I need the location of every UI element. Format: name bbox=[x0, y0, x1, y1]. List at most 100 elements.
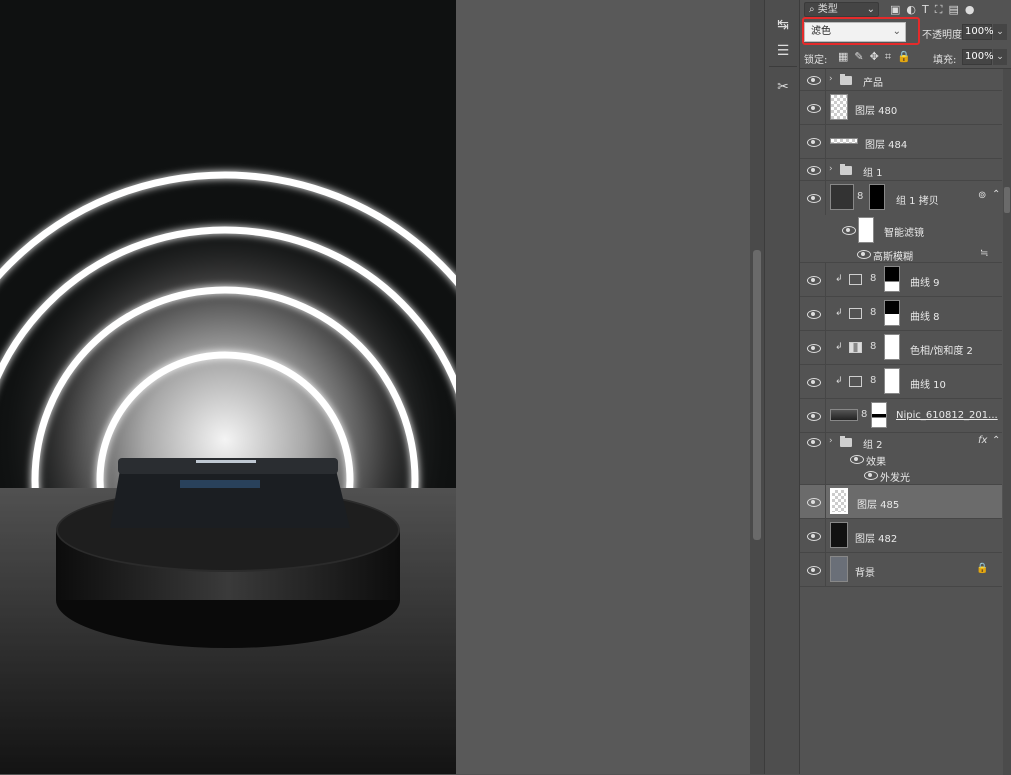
layer-row-curves-10[interactable]: ↲ 8 曲线 10 bbox=[800, 365, 1002, 399]
visibility-eye-icon[interactable] bbox=[807, 411, 821, 421]
history-icon[interactable]: ↹ bbox=[772, 14, 794, 36]
layer-list-scrollbar-thumb[interactable] bbox=[1004, 187, 1010, 213]
layer-filter-select[interactable]: ⌕ 类型 ⌄ bbox=[804, 2, 879, 17]
visibility-eye-icon[interactable] bbox=[807, 165, 821, 175]
layer-row-group-2[interactable]: › 组 2 fx ⌃ bbox=[800, 433, 1002, 485]
layer-row-484[interactable]: 图层 484 bbox=[800, 125, 1002, 159]
canvas-scrollbar[interactable] bbox=[750, 0, 764, 774]
layer-row-hue-saturation-2[interactable]: ↲ 8 色相/饱和度 2 bbox=[800, 331, 1002, 365]
layers-panel: ⌕ 类型 ⌄ ▣ ◐ T ⛶ ▤ ● 滤色 ⌄ 不透明度: 100% ⌄ 锁定:… bbox=[800, 0, 1011, 775]
layer-name: 色相/饱和度 2 bbox=[910, 346, 973, 357]
layer-name: 高斯模糊 bbox=[873, 252, 913, 263]
visibility-eye-icon[interactable] bbox=[807, 437, 821, 447]
visibility-eye-icon[interactable] bbox=[807, 497, 821, 507]
visibility-eye-icon[interactable] bbox=[807, 531, 821, 541]
visibility-eye-icon[interactable] bbox=[842, 225, 856, 235]
lock-paint-icon[interactable]: ✎ bbox=[854, 50, 863, 64]
layer-mask-thumbnail bbox=[869, 184, 885, 210]
layer-row-482[interactable]: 图层 482 bbox=[800, 519, 1002, 553]
layer-thumbnail bbox=[830, 94, 848, 120]
adjustments-sliders-icon[interactable]: ☰ bbox=[772, 40, 794, 62]
collapse-effects-icon[interactable]: ⌃ bbox=[992, 435, 1000, 446]
filter-smart-object-icon[interactable]: ▤ bbox=[948, 3, 958, 17]
layer-name: 组 1 bbox=[863, 168, 883, 179]
visibility-eye-icon[interactable] bbox=[807, 137, 821, 147]
projector-render bbox=[0, 0, 456, 774]
filter-mask-thumbnail bbox=[858, 217, 874, 243]
link-chain-icon[interactable]: 8 bbox=[870, 273, 876, 284]
lock-icons: ▦ ✎ ✥ ⌗ 🔒 bbox=[838, 50, 911, 64]
layer-row-group-1[interactable]: › 组 1 bbox=[800, 159, 1002, 181]
curves-adjustment-icon bbox=[849, 274, 862, 285]
visibility-eye-icon[interactable] bbox=[807, 103, 821, 113]
filter-toggle-icon[interactable]: ● bbox=[965, 3, 975, 17]
layer-row-outer-glow[interactable]: 外发光 bbox=[800, 467, 1002, 485]
opacity-chevron-icon[interactable]: ⌄ bbox=[993, 24, 1007, 40]
layer-name: 图层 482 bbox=[855, 534, 898, 545]
visibility-eye-icon[interactable] bbox=[857, 249, 871, 259]
filter-pixel-icon[interactable]: ▣ bbox=[890, 3, 900, 17]
hue-saturation-adjustment-icon bbox=[849, 342, 862, 353]
link-chain-icon[interactable]: 8 bbox=[870, 307, 876, 318]
link-chain-icon[interactable]: 8 bbox=[870, 341, 876, 352]
visibility-eye-icon[interactable] bbox=[850, 454, 864, 464]
lock-move-icon[interactable]: ✥ bbox=[870, 50, 879, 64]
layer-row-background[interactable]: 背景 🔒 bbox=[800, 553, 1002, 587]
opacity-input[interactable]: 100% bbox=[962, 24, 994, 40]
visibility-eye-icon[interactable] bbox=[807, 309, 821, 319]
layer-row-group-1-copy[interactable]: 8 组 1 拷贝 ⊚ ⌃ bbox=[800, 181, 1002, 215]
layer-row-480[interactable]: 图层 480 bbox=[800, 91, 1002, 125]
lock-transparency-icon[interactable]: ▦ bbox=[838, 50, 848, 64]
link-chain-icon[interactable]: 8 bbox=[857, 191, 863, 202]
chevron-right-icon[interactable]: › bbox=[829, 164, 833, 174]
layer-row-485[interactable]: 图层 485 bbox=[800, 485, 1002, 519]
canvas-scrollbar-thumb[interactable] bbox=[753, 250, 761, 540]
folder-icon bbox=[840, 74, 852, 85]
layer-mask-thumbnail bbox=[884, 266, 900, 292]
layer-row-curves-9[interactable]: ↲ 8 曲线 9 bbox=[800, 263, 1002, 297]
chevron-right-icon[interactable]: › bbox=[829, 436, 833, 446]
visibility-eye-icon[interactable] bbox=[807, 75, 821, 85]
fill-input[interactable]: 100% bbox=[962, 49, 994, 65]
document-canvas[interactable] bbox=[0, 0, 750, 774]
visibility-eye-icon[interactable] bbox=[807, 343, 821, 353]
lock-all-icon[interactable]: 🔒 bbox=[897, 50, 911, 64]
lock-icon: 🔒 bbox=[976, 563, 989, 574]
lock-artboard-icon[interactable]: ⌗ bbox=[885, 50, 891, 64]
fill-chevron-icon[interactable]: ⌄ bbox=[993, 49, 1007, 65]
filter-shape-icon[interactable]: ⛶ bbox=[935, 3, 943, 17]
visibility-eye-icon[interactable] bbox=[807, 565, 821, 575]
layer-name: 曲线 8 bbox=[910, 312, 940, 323]
layer-name: 图层 484 bbox=[865, 140, 908, 151]
visibility-eye-icon[interactable] bbox=[864, 470, 878, 480]
link-chain-icon[interactable]: 8 bbox=[861, 409, 867, 420]
layer-thumbnail bbox=[830, 409, 858, 421]
layer-list-scrollbar[interactable] bbox=[1003, 69, 1011, 775]
layer-mask-thumbnail bbox=[884, 368, 900, 394]
filter-options-icon[interactable]: ≒ bbox=[980, 248, 988, 259]
visibility-eye-icon[interactable] bbox=[807, 377, 821, 387]
visibility-eye-icon[interactable] bbox=[807, 275, 821, 285]
layer-name: Nipic_610812_201... bbox=[896, 410, 998, 421]
filter-type-icon[interactable]: T bbox=[922, 3, 929, 17]
divider bbox=[769, 66, 797, 67]
link-chain-icon[interactable]: 8 bbox=[870, 375, 876, 386]
collapse-effects-icon[interactable]: ⌃ bbox=[992, 189, 1000, 200]
chevron-right-icon[interactable]: › bbox=[829, 74, 833, 84]
layer-name: 智能滤镜 bbox=[884, 228, 924, 239]
layer-row-effects[interactable]: 效果 bbox=[800, 451, 1002, 468]
visibility-eye-icon[interactable] bbox=[807, 193, 821, 203]
layer-thumbnail bbox=[830, 488, 848, 514]
layer-row-smart-filters[interactable]: 智能滤镜 bbox=[800, 215, 1002, 245]
layer-row-curves-8[interactable]: ↲ 8 曲线 8 bbox=[800, 297, 1002, 331]
clipping-arrow-icon: ↲ bbox=[835, 274, 843, 284]
fx-icon[interactable]: fx bbox=[978, 435, 987, 446]
layer-row-product-group[interactable]: › 产品 bbox=[800, 69, 1002, 91]
tools-preset-icon[interactable]: ✂ bbox=[772, 76, 794, 98]
clipping-arrow-icon: ↲ bbox=[835, 308, 843, 318]
layer-row-nipic[interactable]: 8 Nipic_610812_201... bbox=[800, 399, 1002, 433]
filter-adjustment-icon[interactable]: ◐ bbox=[906, 3, 916, 17]
layer-row-gaussian-blur[interactable]: 高斯模糊 ≒ bbox=[800, 245, 1002, 263]
layer-list: › 产品 图层 480 图层 484 › 组 1 8 组 1 拷贝 ⊚ ⌃ 智能… bbox=[800, 68, 1011, 775]
fill-label: 填充: bbox=[933, 55, 957, 66]
